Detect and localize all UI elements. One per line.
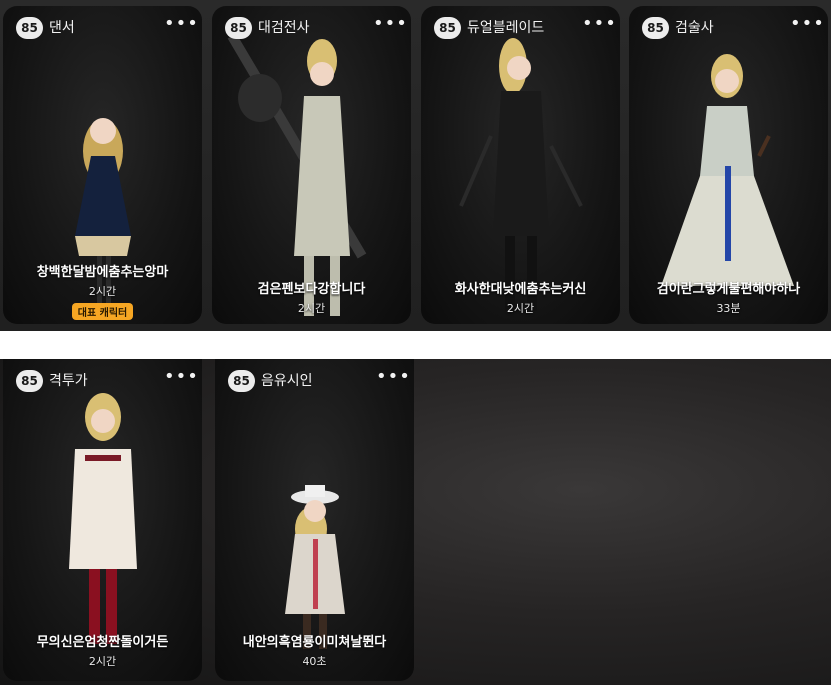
class-name: 음유시인 xyxy=(261,373,313,389)
character-card-dancer[interactable]: 85 댄서 ••• 창백한달밤에춤추는앙마 2시간 대표 캐릭터 xyxy=(3,6,202,324)
more-options-icon[interactable]: ••• xyxy=(376,368,410,390)
play-time: 33분 xyxy=(716,302,741,315)
play-time: 40초 xyxy=(302,655,327,668)
character-name: 무의신은엄청짠돌이거든 xyxy=(36,635,169,650)
character-name: 내안의흑염룡이미쳐날뛴다 xyxy=(242,635,387,650)
character-card-bard[interactable]: 85 음유시인 ••• 내안의흑염룡이미쳐날뛴다 40초 xyxy=(215,359,414,681)
level-badge: 85 xyxy=(16,17,43,39)
character-name: 화사한대낮에춤추는커신 xyxy=(454,282,587,297)
character-list-panel-2: 85 격투가 ••• 무의신은엄청짠돌이거든 2시간 85 음유시인 ••• 내… xyxy=(0,359,831,685)
character-card-greatsword[interactable]: 85 대검전사 ••• 검은펜보다강합니다 2시간 xyxy=(212,6,411,324)
class-name: 검술사 xyxy=(675,20,714,36)
character-info: 검이란그렇게불편해야하나 33분 xyxy=(629,278,828,316)
character-portrait xyxy=(459,38,583,311)
class-name: 댄서 xyxy=(49,20,75,36)
more-options-icon[interactable]: ••• xyxy=(164,368,198,390)
character-name: 검은펜보다강합니다 xyxy=(257,282,366,297)
level-badge: 85 xyxy=(16,370,43,392)
character-portrait xyxy=(227,33,367,316)
level-badge: 85 xyxy=(642,17,669,39)
representative-character-badge: 대표 캐릭터 xyxy=(71,303,134,320)
character-card-swordmaster[interactable]: 85 검술사 ••• 검이란그렇게불편해야하나 33분 xyxy=(629,6,828,324)
class-name: 격투가 xyxy=(49,373,88,389)
level-badge: 85 xyxy=(228,370,255,392)
level-badge: 85 xyxy=(434,17,461,39)
character-list-panel-1: 85 댄서 ••• 창백한달밤에춤추는앙마 2시간 대표 캐릭터 85 대검전사… xyxy=(0,0,831,331)
character-card-fighter[interactable]: 85 격투가 ••• 무의신은엄청짠돌이거든 2시간 xyxy=(3,359,202,681)
character-name: 창백한달밤에춤추는앙마 xyxy=(36,265,169,280)
more-options-icon[interactable]: ••• xyxy=(164,15,198,37)
character-info: 검은펜보다강합니다 2시간 xyxy=(212,278,411,316)
play-time: 2시간 xyxy=(88,655,117,668)
character-info: 내안의흑염룡이미쳐날뛴다 40초 xyxy=(215,631,414,669)
class-name: 대검전사 xyxy=(258,20,310,36)
play-time: 2시간 xyxy=(297,302,326,315)
more-options-icon[interactable]: ••• xyxy=(582,15,616,37)
class-name: 듀얼블레이드 xyxy=(467,20,545,36)
character-info: 화사한대낮에춤추는커신 2시간 xyxy=(421,278,620,316)
play-time: 2시간 xyxy=(88,285,117,298)
character-info: 창백한달밤에춤추는앙마 2시간 대표 캐릭터 xyxy=(3,261,202,320)
character-name: 검이란그렇게불편해야하나 xyxy=(656,282,801,297)
more-options-icon[interactable]: ••• xyxy=(373,15,407,37)
character-portrait xyxy=(661,54,794,286)
more-options-icon[interactable]: ••• xyxy=(790,15,824,37)
level-badge: 85 xyxy=(225,17,252,39)
character-info: 무의신은엄청짠돌이거든 2시간 xyxy=(3,631,202,669)
play-time: 2시간 xyxy=(506,302,535,315)
character-card-dualblade[interactable]: 85 듀얼블레이드 ••• 화사한대낮에춤추는커신 2시간 xyxy=(421,6,620,324)
